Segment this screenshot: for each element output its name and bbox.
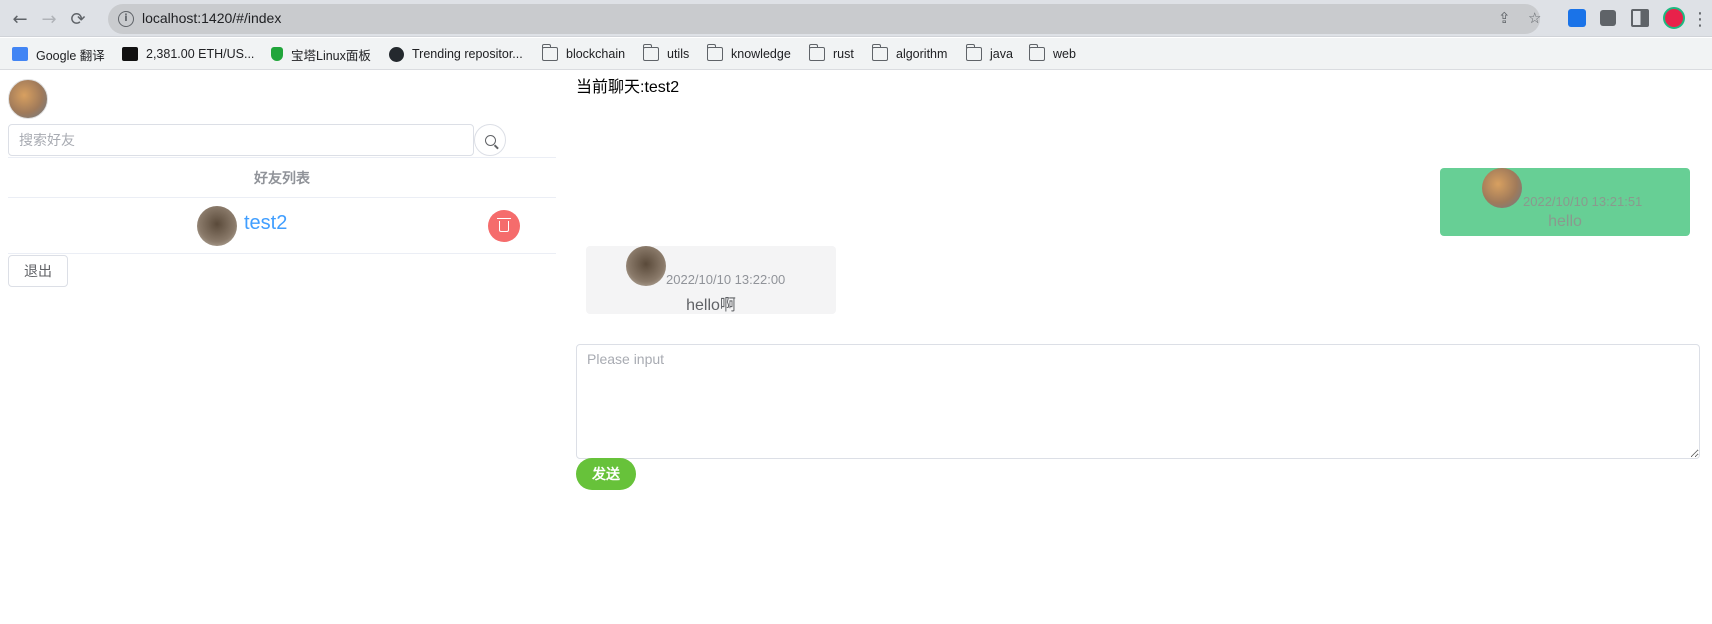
side-panel-icon[interactable] [1631, 9, 1649, 27]
folder-icon [642, 44, 659, 61]
reload-icon[interactable]: ⟳ [66, 7, 90, 31]
puzzle-icon[interactable] [1600, 10, 1616, 26]
friend-avatar [197, 206, 237, 246]
bookmark-label: blockchain [566, 47, 626, 61]
search-icon [484, 134, 496, 146]
bookmark-folder-algorithm[interactable]: algorithm [871, 38, 948, 70]
message-bubble-theirs: 2022/10/10 13:22:00 hello啊 [586, 246, 836, 314]
search-button[interactable] [474, 124, 506, 156]
message-bubble-mine: 2022/10/10 13:21:51 hello [1440, 168, 1690, 236]
bookmark-label: web [1053, 47, 1076, 61]
message-time: 2022/10/10 13:21:51 [1523, 194, 1643, 209]
binance-icon [122, 47, 138, 61]
avatar [626, 246, 666, 286]
folder-icon [541, 44, 558, 61]
browser-toolbar: ← → ⟳ i localhost:1420/#/index ⇪ ☆ ⋮ [0, 0, 1712, 37]
url-text[interactable]: localhost:1420/#/index [142, 10, 281, 26]
bookmark-github[interactable]: Trending repositor... [389, 38, 523, 70]
profile-avatar-icon[interactable] [1663, 7, 1685, 29]
bookmark-google-translate[interactable]: Google 翻译 [12, 38, 105, 70]
avatar [1482, 168, 1522, 208]
bookmark-folder-rust[interactable]: rust [808, 38, 854, 70]
forward-icon[interactable]: → [37, 7, 61, 31]
bookmarks-bar: Google 翻译 2,381.00 ETH/US... 宝塔Linux面板 T… [0, 38, 1712, 70]
folder-icon [706, 44, 723, 61]
back-icon[interactable]: ← [8, 7, 32, 31]
message-input[interactable] [576, 344, 1700, 459]
bookmark-label: 2,381.00 ETH/US... [146, 47, 255, 61]
friend-list-item[interactable]: test2 [8, 198, 556, 254]
search-friend-input[interactable] [8, 124, 474, 156]
logout-button[interactable]: 退出 [8, 255, 68, 287]
friends-list-header: 好友列表 [8, 158, 556, 198]
send-button[interactable]: 发送 [576, 458, 636, 490]
delete-friend-button[interactable] [488, 210, 520, 242]
current-chat-title: 当前聊天:test2 [576, 79, 680, 96]
bookmark-label: utils [667, 47, 690, 61]
folder-icon [965, 44, 982, 61]
bookmark-baota[interactable]: 宝塔Linux面板 [271, 38, 371, 70]
address-bar[interactable]: i localhost:1420/#/index ⇪ ☆ [108, 4, 1541, 34]
bookmark-folder-knowledge[interactable]: knowledge [706, 38, 791, 70]
bookmark-label: algorithm [896, 47, 948, 61]
bookmark-label: 宝塔Linux面板 [291, 48, 371, 63]
bookmark-folder-blockchain[interactable]: blockchain [541, 38, 626, 70]
bookmark-star-icon[interactable]: ☆ [1528, 9, 1541, 27]
folder-icon [808, 44, 825, 61]
shield-icon [271, 47, 283, 61]
message-text: hello [1548, 213, 1582, 230]
share-icon[interactable]: ⇪ [1498, 9, 1511, 27]
folder-icon [871, 44, 888, 61]
bookmark-label: rust [833, 47, 854, 61]
my-avatar[interactable] [8, 79, 48, 119]
message-time: 2022/10/10 13:22:00 [666, 272, 786, 287]
site-info-icon[interactable]: i [118, 11, 134, 27]
chat-app: 好友列表 test2 退出 当前聊天:test2 2022/10/10 13:2… [0, 71, 1712, 624]
message-text: hello啊 [686, 297, 736, 314]
github-icon [389, 46, 404, 62]
bookmark-folder-java[interactable]: java [965, 38, 1013, 70]
folder-icon [1028, 44, 1045, 61]
menu-icon[interactable]: ⋮ [1691, 7, 1709, 31]
friend-name-link[interactable]: test2 [244, 212, 287, 235]
bookmark-label: Google 翻译 [36, 48, 105, 63]
bookmark-label: knowledge [731, 47, 791, 61]
trash-icon [497, 217, 511, 232]
bookmark-label: Trending repositor... [412, 47, 523, 61]
bookmark-eth[interactable]: 2,381.00 ETH/US... [122, 38, 254, 70]
extension-icon[interactable] [1568, 9, 1586, 27]
google-translate-icon [12, 47, 28, 61]
bookmark-folder-utils[interactable]: utils [642, 38, 690, 70]
bookmark-label: java [990, 47, 1013, 61]
bookmark-folder-web[interactable]: web [1028, 38, 1076, 70]
